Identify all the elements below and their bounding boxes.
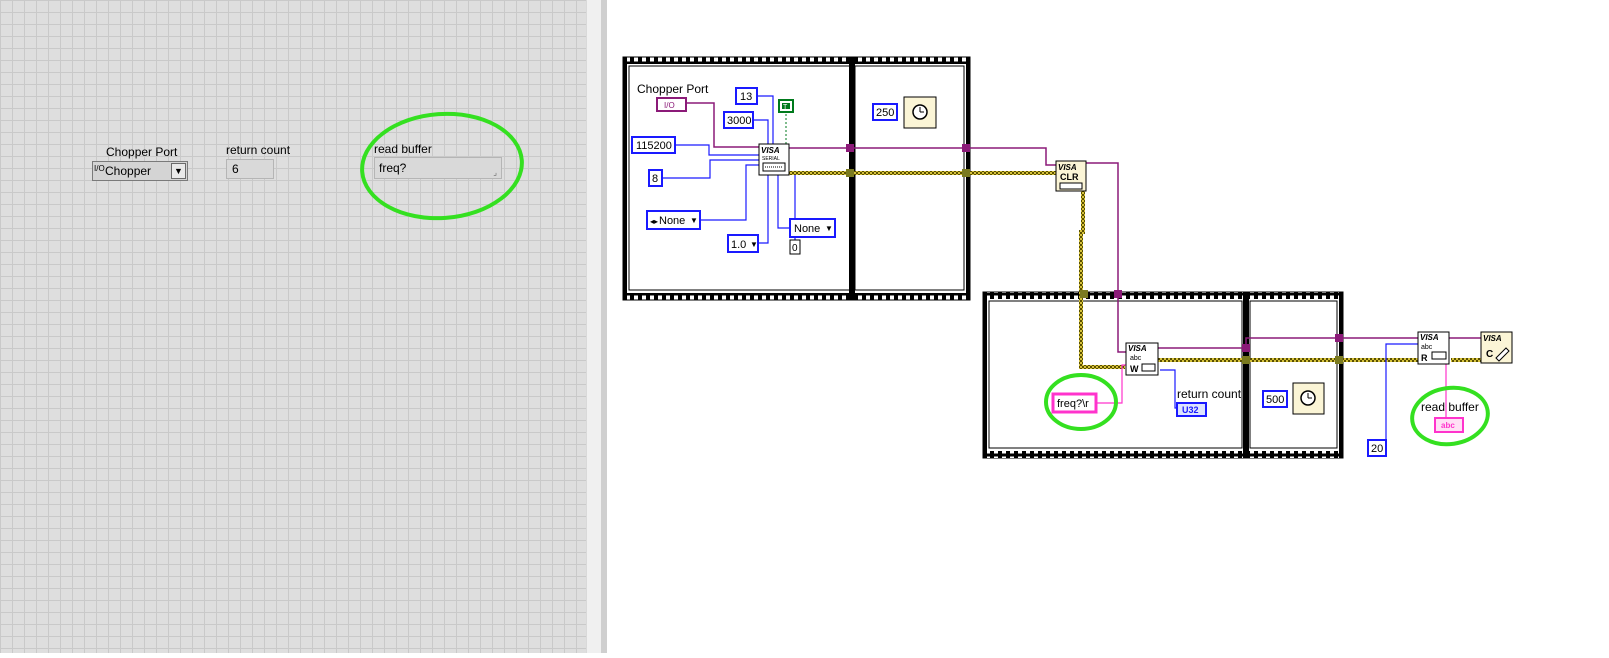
stop-bits-const[interactable]: 1.0 ▼ [727, 234, 759, 253]
parity-ring-const[interactable]: ◂▸ None ▼ [646, 210, 701, 230]
const-20-text: 20 [1371, 443, 1383, 455]
chopper-port-label: Chopper Port [106, 145, 178, 159]
const-115200-text: 115200 [636, 140, 672, 152]
const-3000-text: 3000 [727, 115, 751, 127]
wait-ms-node-1[interactable] [903, 96, 937, 129]
const-250-text: 250 [876, 107, 894, 119]
write-letter: W [1130, 364, 1139, 374]
u32-text: U32 [1182, 405, 1199, 415]
const-13-text: 13 [740, 91, 752, 103]
stop-bits-text: 1.0 [731, 239, 746, 251]
ring-arrows-icon: ◂▸ [650, 217, 658, 226]
return-count-terminal[interactable]: U32 [1176, 402, 1207, 417]
chevron-down-icon[interactable]: ▼ [171, 163, 186, 179]
close-letter: C [1486, 349, 1493, 360]
flow-control-const[interactable]: None ▼ [789, 218, 836, 238]
io-terminal-text: I/O [664, 101, 675, 110]
visa-text: VISA [761, 146, 780, 155]
const-250[interactable]: 250 [872, 103, 898, 121]
highlight-circle-read-buffer [356, 106, 528, 226]
const-115200[interactable]: 115200 [631, 136, 676, 154]
visa-write-node[interactable]: VISA abc W [1125, 342, 1159, 376]
chopper-port-value: Chopper [105, 164, 152, 178]
const-500-text: 500 [1266, 394, 1284, 406]
const-8-text: 8 [652, 173, 658, 185]
vertical-scrollbar[interactable] [586, 0, 601, 653]
bd-return-count-label: return count [1177, 387, 1242, 401]
read-buffer-terminal[interactable]: abc [1434, 417, 1464, 433]
const-20[interactable]: 20 [1367, 439, 1387, 457]
block-diagram: Chopper Port I/O 13 T 3000 115200 8 ◂▸ N… [607, 0, 1609, 653]
visa-text: VISA [1483, 334, 1502, 343]
abc-text: abc [1441, 421, 1455, 430]
visa-close-node[interactable]: VISA C [1480, 331, 1513, 364]
flat-sequence-2[interactable] [982, 291, 1344, 459]
parity-value-text: None [659, 215, 685, 227]
io-prefix-icon: I/O [94, 164, 105, 173]
visa-configure-serial-node[interactable]: VISA SERIAL [758, 143, 790, 176]
const-0-text: 0 [792, 243, 798, 254]
chopper-port-ring[interactable]: I/O Chopper ▼ [92, 161, 188, 181]
write-string-const[interactable]: freq?\r [1051, 392, 1098, 414]
read-letter: R [1421, 353, 1428, 363]
front-panel: Chopper Port I/O Chopper ▼ return count … [0, 0, 586, 653]
flow-value-text: None [794, 223, 820, 235]
visa-read-node[interactable]: VISA abc R [1417, 331, 1450, 365]
const-3000[interactable]: 3000 [723, 111, 754, 129]
abc-text: abc [1421, 344, 1433, 351]
chopper-port-terminal[interactable]: I/O [656, 97, 687, 112]
bd-chopper-port-label: Chopper Port [637, 82, 709, 96]
visa-text: VISA [1058, 163, 1077, 172]
visa-clear-node[interactable]: VISA CLR [1055, 160, 1087, 192]
visa-text: VISA [1128, 344, 1147, 353]
const-13[interactable]: 13 [735, 87, 758, 105]
visa-text: VISA [1420, 333, 1439, 342]
clr-text: CLR [1060, 172, 1079, 182]
const-true[interactable]: T [778, 99, 794, 113]
serial-text: SERIAL [762, 156, 780, 162]
abc-text: abc [1130, 355, 1142, 362]
chevron-down-icon: ▼ [750, 240, 758, 249]
return-count-indicator: 6 [226, 159, 274, 179]
chevron-down-icon: ▼ [690, 216, 698, 225]
write-string-text: freq?\r [1057, 398, 1089, 410]
const-500[interactable]: 500 [1262, 390, 1288, 408]
chevron-down-icon: ▼ [825, 224, 833, 233]
wait-ms-node-2[interactable] [1292, 382, 1325, 415]
const-0[interactable]: 0 [789, 239, 801, 255]
const-8[interactable]: 8 [648, 169, 663, 187]
bd-read-buffer-label: read buffer [1421, 400, 1479, 414]
const-true-text: T [783, 104, 788, 111]
return-count-label: return count [226, 143, 291, 157]
highlight-circle-read-buffer-bd [1410, 385, 1490, 447]
